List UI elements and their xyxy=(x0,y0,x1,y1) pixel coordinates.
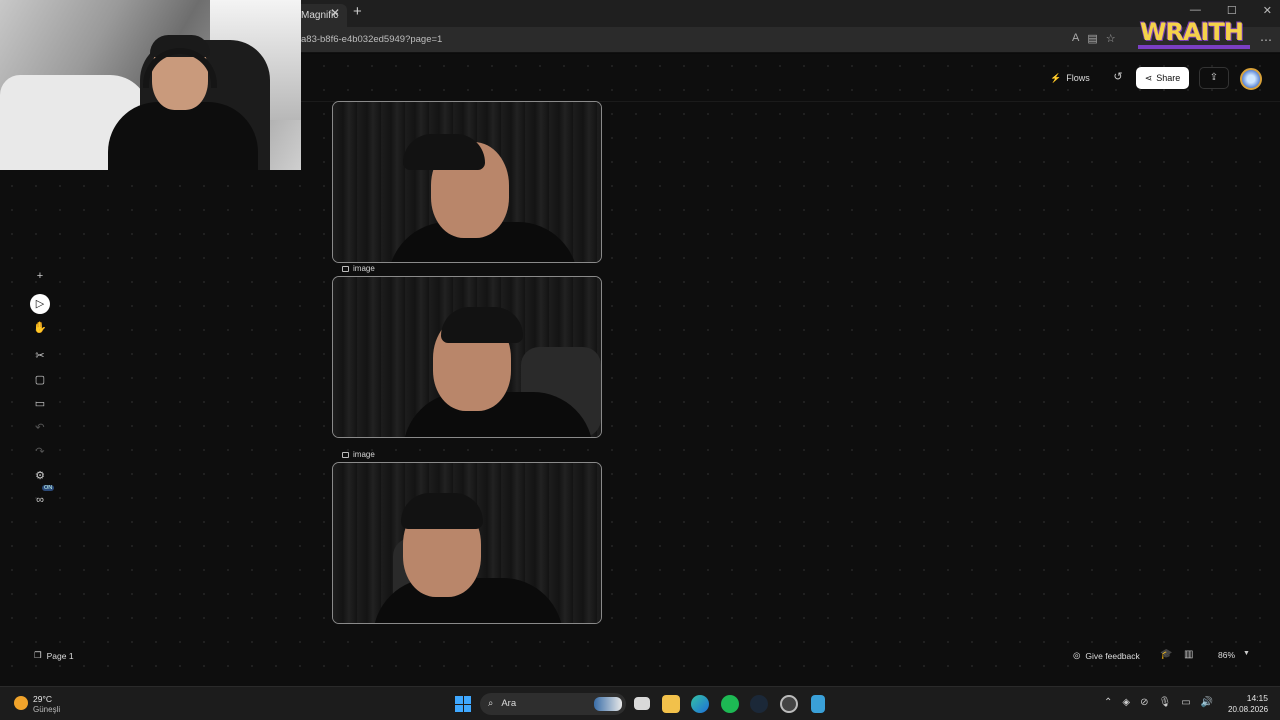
volume-icon[interactable]: 🔊 xyxy=(1201,697,1213,708)
share-icon: ⋖ xyxy=(1144,72,1153,83)
chevron-up-icon[interactable]: ⌃ xyxy=(1104,697,1112,708)
select-cursor-icon[interactable]: ▷ xyxy=(30,294,50,314)
flows-label: Flows xyxy=(1066,73,1090,83)
overlay-logo-bar xyxy=(1138,45,1250,49)
infinity-icon[interactable]: ∞ xyxy=(28,490,52,510)
maximize-icon[interactable]: ☐ xyxy=(1227,4,1237,17)
avatar[interactable] xyxy=(1240,68,1262,90)
comment-icon[interactable]: ▭ xyxy=(28,394,52,414)
edge-browser-icon[interactable] xyxy=(691,695,709,713)
image-label: image xyxy=(342,450,375,459)
window-controls: — ☐ ✕ xyxy=(1190,4,1272,17)
scissors-icon[interactable]: ✂ xyxy=(28,346,52,366)
person-hair xyxy=(403,134,485,170)
app-icon[interactable] xyxy=(780,695,798,713)
notifications-off-icon[interactable]: ⊘ xyxy=(1140,697,1148,708)
zoom-level[interactable]: 86% xyxy=(1218,650,1235,660)
close-window-icon[interactable]: ✕ xyxy=(1263,4,1272,17)
image-icon xyxy=(342,451,349,458)
more-options-icon[interactable]: ⋯ xyxy=(1260,33,1272,47)
steam-icon[interactable] xyxy=(750,695,768,713)
taskbar-search[interactable]: ⌕ Ara xyxy=(480,693,626,715)
feedback-icon: ◎ xyxy=(1073,650,1081,660)
minimap-icon[interactable]: ▥ xyxy=(1184,649,1193,660)
person-hair xyxy=(401,493,483,529)
windows-start-icon[interactable] xyxy=(455,696,471,712)
clock-time[interactable]: 14:15 xyxy=(1232,693,1268,703)
note-icon[interactable]: ▢ xyxy=(28,370,52,390)
favorite-icon[interactable]: ☆ xyxy=(1106,32,1116,45)
feedback-label: Give feedback xyxy=(1085,650,1140,661)
flows-button[interactable]: ⚡ Flows xyxy=(1050,70,1090,86)
pages-icon: ❐ xyxy=(34,650,42,660)
image-node[interactable] xyxy=(332,101,602,263)
on-badge: ON xyxy=(42,485,55,491)
translate-icon[interactable]: A xyxy=(1072,32,1079,45)
webcam-shirt xyxy=(108,102,258,170)
lightning-icon: ⚡ xyxy=(1050,72,1062,83)
new-tab-icon[interactable]: + xyxy=(353,3,362,20)
file-explorer-icon[interactable] xyxy=(662,695,680,713)
webcam-overlay xyxy=(0,0,301,170)
minimize-icon[interactable]: — xyxy=(1190,4,1201,17)
learn-icon[interactable]: 🎓 xyxy=(1160,649,1172,660)
notepad-icon[interactable] xyxy=(811,695,825,713)
steam-tray-icon[interactable]: ◈ xyxy=(1122,697,1130,708)
close-tab-icon[interactable]: ✕ xyxy=(330,6,340,20)
page-selector[interactable]: ❐ Page 1 xyxy=(34,650,74,661)
settings-icon[interactable]: ⚙ xyxy=(28,466,52,486)
person-hair xyxy=(441,307,523,343)
redo-icon[interactable]: ↷ xyxy=(28,442,52,462)
system-tray: ⌃ ◈ ⊘ 🎙 ▭ 🔊 xyxy=(1104,697,1213,708)
chevron-down-icon[interactable]: ▼ xyxy=(1243,650,1250,657)
url-text[interactable]: a83-b8f6-e4b032ed5949?page=1 xyxy=(301,34,442,45)
search-placeholder: Ara xyxy=(501,698,517,709)
image-node[interactable] xyxy=(332,462,602,624)
clock-date[interactable]: 20.08.2026 xyxy=(1228,705,1268,714)
image-label-text: image xyxy=(353,450,375,459)
search-icon: ⌕ xyxy=(488,698,494,709)
browser-toolbar-icons: A ▤ ☆ xyxy=(1072,32,1116,45)
image-label: image xyxy=(342,264,375,273)
export-icon[interactable]: ⇪ xyxy=(1199,67,1229,89)
microphone-icon[interactable]: 🎙 xyxy=(1158,697,1171,708)
task-view-icon[interactable] xyxy=(634,697,650,710)
add-icon[interactable]: + xyxy=(28,266,52,286)
network-icon[interactable]: ▭ xyxy=(1181,697,1190,708)
page-label: Page 1 xyxy=(46,650,74,661)
tool-rail: + ▷ ✋ ✂ ▢ ▭ ↶ ↷ ⚙ ∞ xyxy=(28,266,52,512)
spotify-icon[interactable] xyxy=(721,695,739,713)
image-node[interactable] xyxy=(332,276,602,438)
history-icon[interactable]: ↺ xyxy=(1110,70,1126,86)
overlay-logo: WRAITH xyxy=(1140,18,1244,46)
give-feedback-button[interactable]: ◎ Give feedback xyxy=(1073,650,1140,661)
search-highlight-image xyxy=(594,697,622,711)
weather-temperature[interactable]: 29°C xyxy=(33,694,52,704)
image-label-text: image xyxy=(353,264,375,273)
weather-description[interactable]: Güneşli xyxy=(33,705,60,714)
share-label: Share xyxy=(1156,73,1181,83)
reader-icon[interactable]: ▤ xyxy=(1087,32,1097,45)
hand-icon[interactable]: ✋ xyxy=(28,318,52,338)
undo-icon[interactable]: ↶ xyxy=(28,418,52,438)
sun-icon[interactable] xyxy=(14,696,28,710)
image-icon xyxy=(342,265,349,272)
share-button[interactable]: ⋖ Share xyxy=(1136,67,1189,89)
